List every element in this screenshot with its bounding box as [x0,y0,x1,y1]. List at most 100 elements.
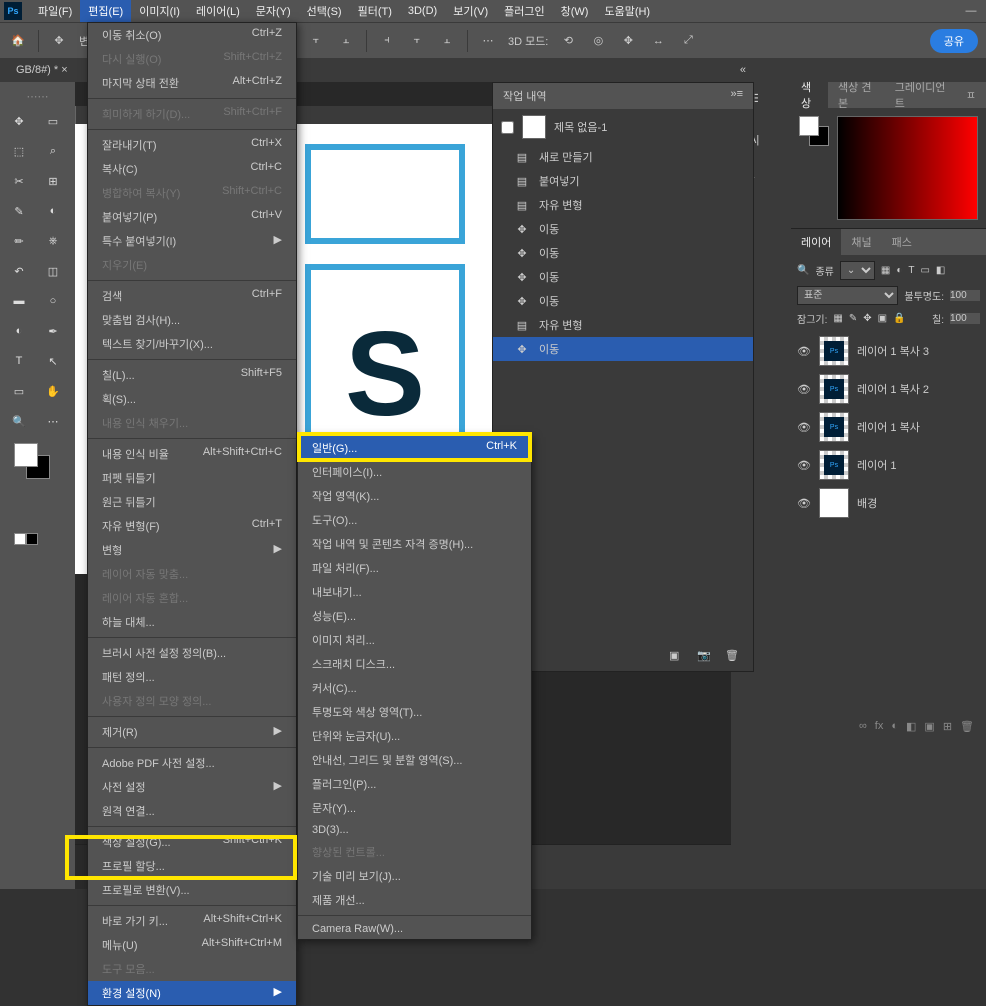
menu-item[interactable]: 프로필 할당... [88,854,296,878]
blend-mode-select[interactable]: 표준 [797,286,898,305]
align-icon[interactable]: ⫟ [306,31,326,51]
menu-item[interactable]: 원근 뒤틀기 [88,490,296,514]
visibility-icon[interactable]: 👁 [797,497,811,510]
menu-item[interactable]: 환경 설정(N)▶ [88,981,296,1005]
menu-item[interactable]: Adobe PDF 사전 설정... [88,751,296,775]
snapshot-thumb[interactable] [522,115,546,139]
menu-item[interactable]: 사전 설정▶ [88,775,296,799]
3d-slide-icon[interactable]: ↔ [648,31,668,51]
mask-icon[interactable]: ◐ [891,720,898,733]
layer-thumb[interactable] [819,488,849,518]
dodge-tool[interactable]: ◐ [4,319,34,343]
menu-item[interactable]: 이미지 처리... [298,628,531,652]
layer-thumb[interactable] [819,450,849,480]
3d-orbit-icon[interactable]: ⟲ [558,31,578,51]
move-tool-icon[interactable]: ✥ [49,31,69,51]
menu-item[interactable]: 스크래치 디스크... [298,652,531,676]
menu-item[interactable]: 작업 영역(K)... [298,484,531,508]
history-item[interactable]: ▤자유 변형 [493,313,753,337]
zoom-tool[interactable]: 🔍 [4,409,34,433]
share-button[interactable]: 공유 [930,29,978,53]
history-item[interactable]: ▤자유 변형 [493,193,753,217]
menu-type[interactable]: 문자(Y) [248,0,299,22]
menu-item[interactable]: 내보내기... [298,580,531,604]
menu-plugin[interactable]: 플러그인 [496,0,552,22]
fg-swatch[interactable] [799,116,819,136]
menu-item[interactable]: 파일 처리(F)... [298,556,531,580]
menu-item[interactable]: 원격 연결... [88,799,296,823]
tab-layers[interactable]: 레이어 [791,229,841,255]
toolbox-grip[interactable]: ⋯⋯ [4,90,71,103]
foreground-swatch[interactable] [14,443,38,467]
home-icon[interactable]: 🏠 [8,31,28,51]
marquee-tool[interactable]: ⬚ [4,139,34,163]
menu-item[interactable]: 문자(Y)... [298,796,531,820]
history-item[interactable]: ✥이동 [493,337,753,361]
menu-item[interactable]: 복사(C)Ctrl+C [88,157,296,181]
menu-item[interactable]: 마지막 상태 전환Alt+Ctrl+Z [88,71,296,95]
menu-item[interactable]: 제품 개선... [298,888,531,912]
panel-collapse-icon[interactable]: « [740,64,746,76]
menu-filter[interactable]: 필터(T) [350,0,400,22]
layer-thumb[interactable] [819,412,849,442]
more-icon[interactable]: ⋯ [478,31,498,51]
menu-item[interactable]: 검색Ctrl+F [88,284,296,308]
menu-file[interactable]: 파일(F) [30,0,80,22]
color-swatches[interactable] [14,443,54,483]
history-item[interactable]: ✥이동 [493,265,753,289]
adjustment-icon[interactable]: ◧ [906,720,916,733]
visibility-icon[interactable]: 👁 [797,421,811,434]
menu-image[interactable]: 이미지(I) [131,0,188,22]
edit-toolbar[interactable]: ⋯ [38,409,68,433]
stamp-tool[interactable]: ⎈ [38,229,68,253]
menu-select[interactable]: 선택(S) [299,0,350,22]
menu-edit[interactable]: 편집(E) [80,0,131,22]
menu-item[interactable]: 투명도와 색상 영역(T)... [298,700,531,724]
tab-gradients[interactable]: 그레이디언트 [885,74,956,116]
filter-type-icon[interactable]: T [908,265,914,276]
menu-item[interactable]: 단위와 눈금자(U)... [298,724,531,748]
menu-item[interactable]: 안내선, 그리드 및 분할 영역(S)... [298,748,531,772]
lock-trans-icon[interactable]: ▦ [833,313,842,324]
align-icon[interactable]: ⫠ [336,31,356,51]
menu-item[interactable]: 텍스트 찾기/바꾸기(X)... [88,332,296,356]
menu-item[interactable]: 획(S)... [88,387,296,411]
trash-icon[interactable]: 🗑 [725,649,743,665]
menu-item[interactable]: 변형▶ [88,538,296,562]
color-ramp[interactable] [837,116,978,220]
3d-pan-icon[interactable]: ✥ [618,31,638,51]
menu-item[interactable]: 이동 취소(O)Ctrl+Z [88,23,296,47]
fx-icon[interactable]: fx [875,720,884,733]
snapshot-checkbox[interactable] [501,121,514,134]
menu-item[interactable]: 붙여넣기(P)Ctrl+V [88,205,296,229]
menu-window[interactable]: 창(W) [553,0,597,22]
group-icon[interactable]: ▣ [924,720,934,733]
distribute-icon[interactable]: ⫠ [437,31,457,51]
opacity-input[interactable] [950,290,980,301]
menu-item[interactable]: 칠(L)...Shift+F5 [88,363,296,387]
menu-item[interactable]: 커서(C)... [298,676,531,700]
crop-tool[interactable]: ✂ [4,169,34,193]
new-doc-from-state-icon[interactable]: ▣ [669,649,687,665]
menu-item[interactable]: 퍼펫 뒤틀기 [88,466,296,490]
menu-item[interactable]: 일반(G)...Ctrl+K [298,436,531,460]
tab-paths[interactable]: 패스 [882,229,922,255]
history-item[interactable]: ▤붙여넣기 [493,169,753,193]
menu-help[interactable]: 도움말(H) [596,0,658,22]
eyedropper-tool[interactable]: ✎ [4,199,34,223]
history-brush-tool[interactable]: ↶ [4,259,34,283]
menu-view[interactable]: 보기(V) [445,0,496,22]
new-layer-icon[interactable]: ⊞ [943,720,952,733]
tab-patterns[interactable]: ㅍ [956,82,986,108]
layer-thumb[interactable] [819,374,849,404]
distribute-icon[interactable]: ⫟ [407,31,427,51]
filter-pixel-icon[interactable]: ▦ [881,265,890,276]
menu-item[interactable]: 기술 미리 보기(J)... [298,864,531,888]
move-tool[interactable]: ✥ [4,109,34,133]
menu-item[interactable]: 하늘 대체... [88,610,296,634]
default-colors[interactable] [14,533,71,548]
type-tool[interactable]: T [4,349,34,373]
menu-item[interactable]: 맞춤법 검사(H)... [88,308,296,332]
tab-swatches[interactable]: 색상 견본 [828,74,885,116]
menu-item[interactable]: 색상 설정(G)...Shift+Ctrl+K [88,830,296,854]
